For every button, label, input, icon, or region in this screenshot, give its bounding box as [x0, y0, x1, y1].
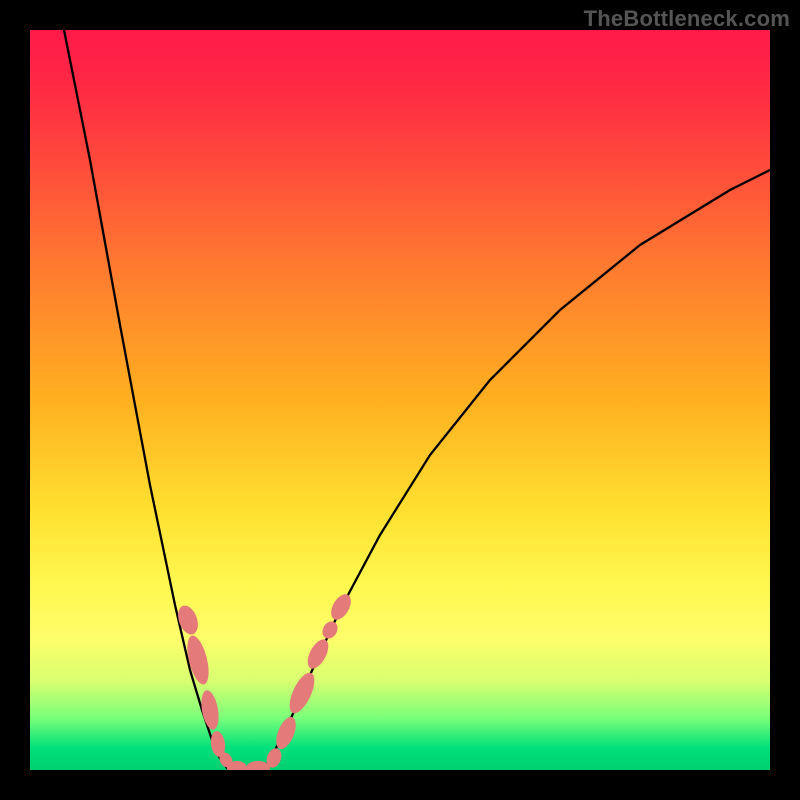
watermark-text: TheBottleneck.com	[584, 6, 790, 32]
chart-plot-area	[30, 30, 770, 770]
